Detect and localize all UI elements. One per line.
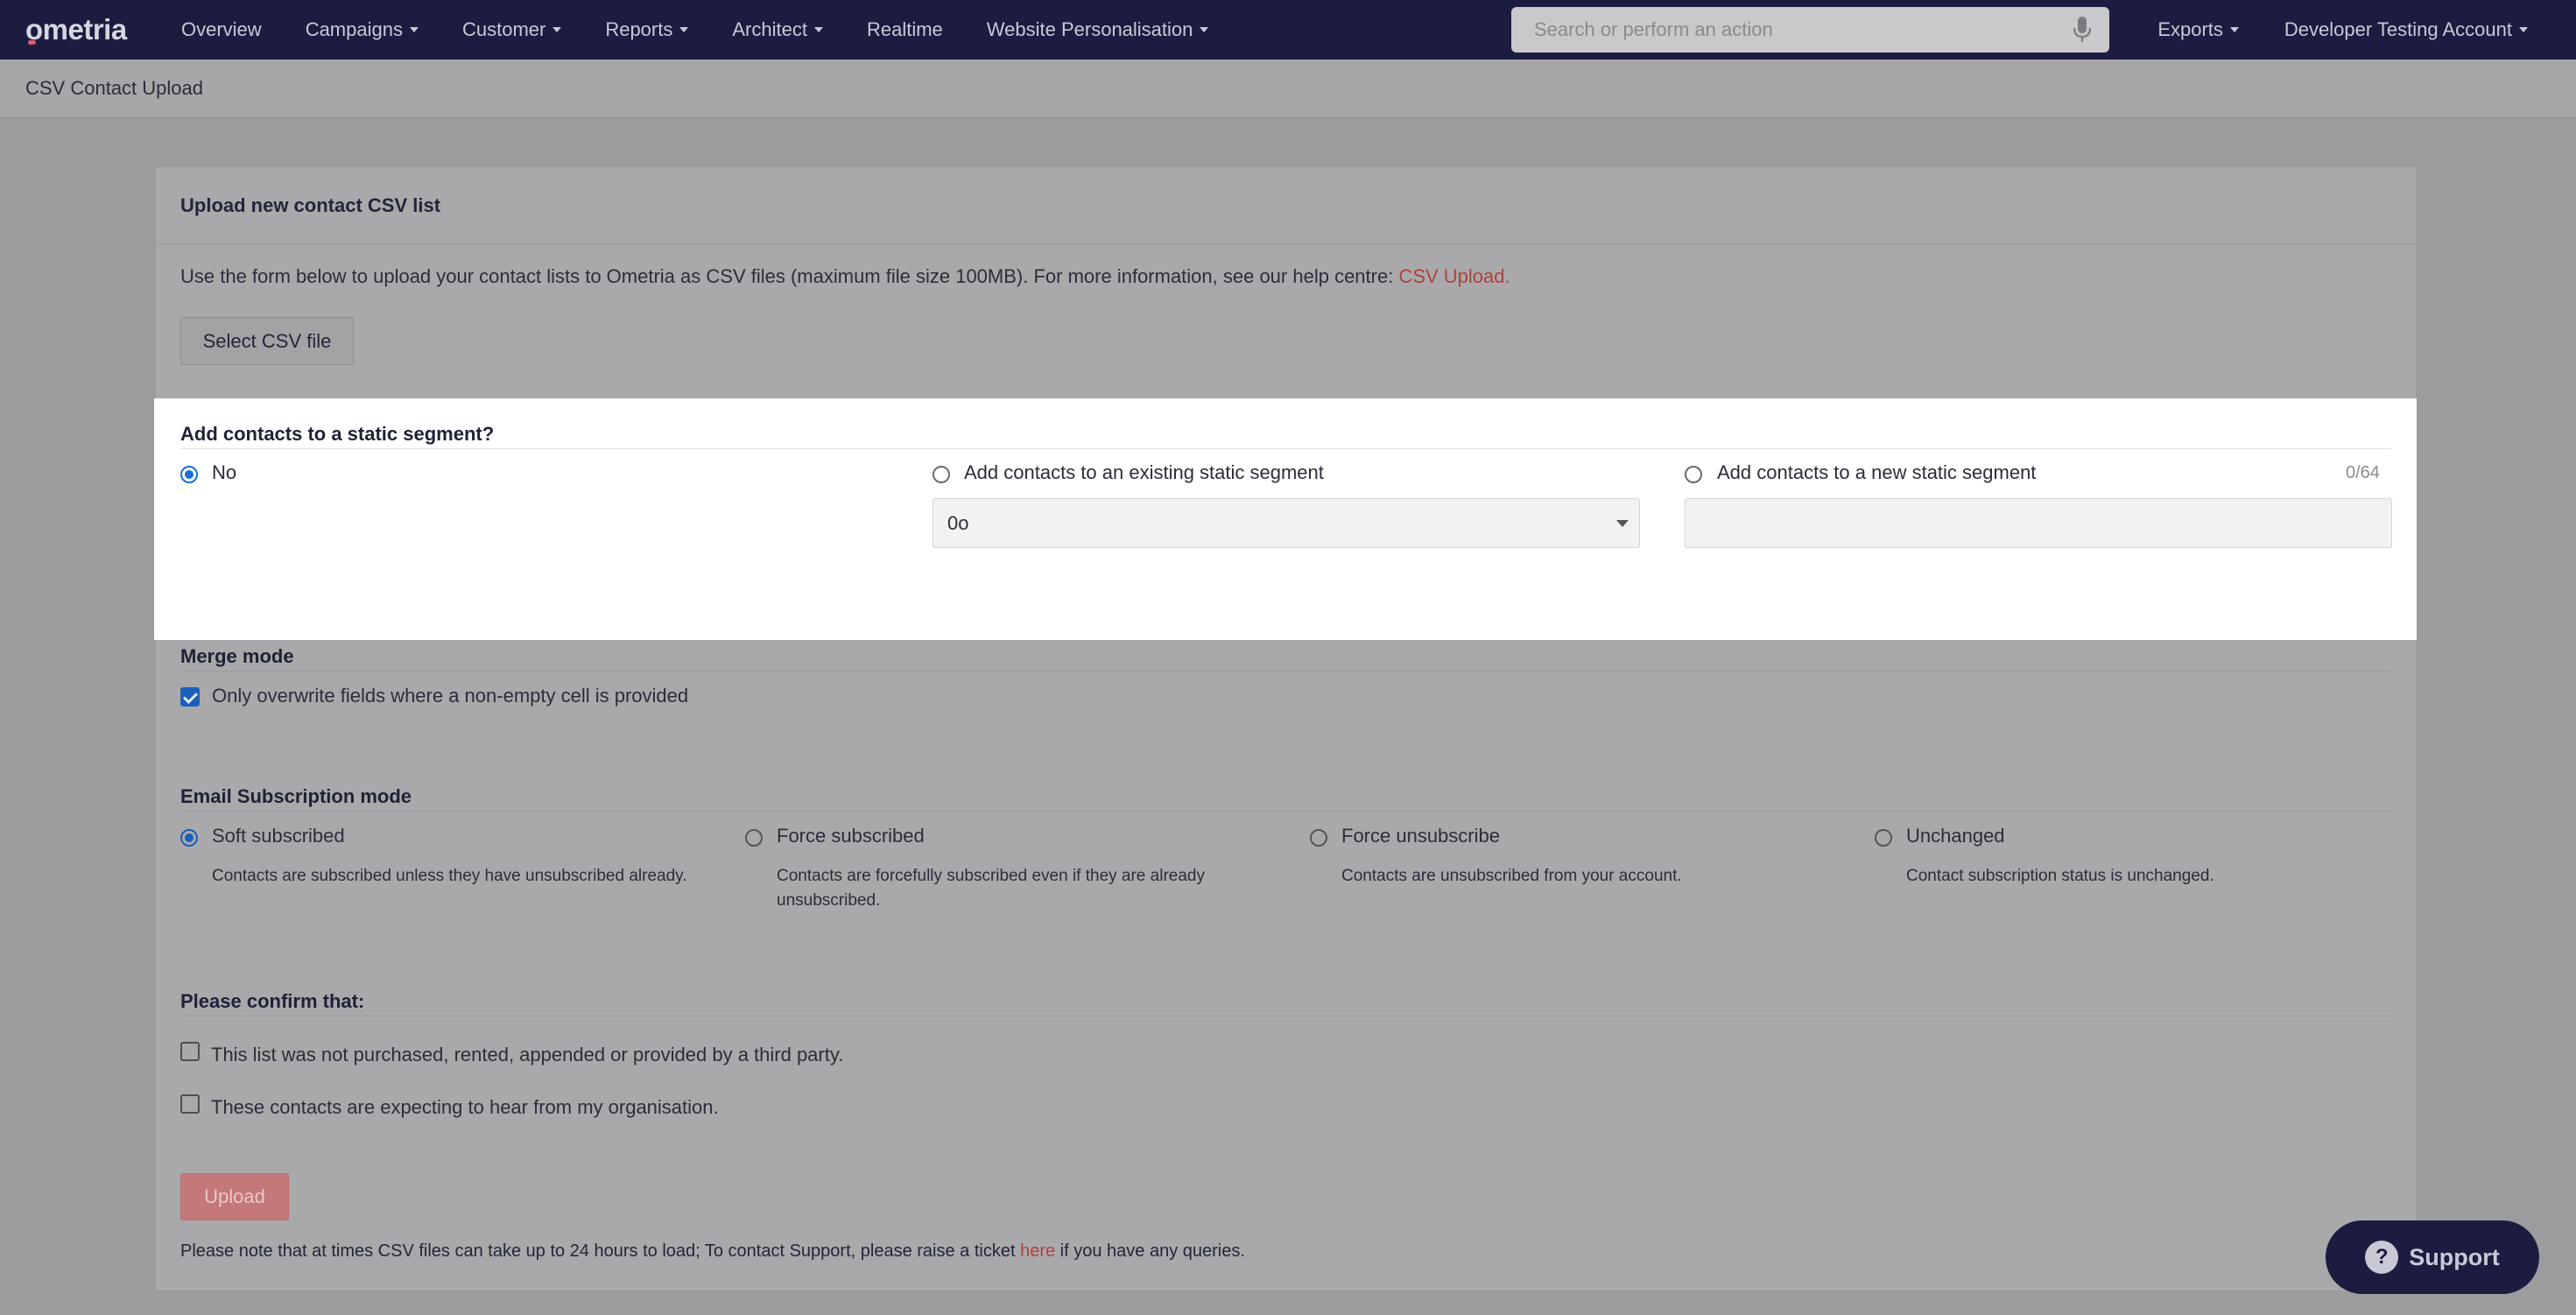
new-segment-name-input[interactable] [1685, 498, 2392, 548]
upload-card: Upload new contact CSV list Use the form… [155, 166, 2417, 1291]
dropdown-arrow-icon [1616, 520, 1629, 527]
force-unsubscribe-label: Force unsubscribe [1341, 825, 1500, 847]
merge-mode-label: Only overwrite fields where a non-empty … [212, 685, 689, 707]
help-question-icon: ? [2365, 1241, 2399, 1274]
caret-down-icon [553, 27, 562, 32]
confirm-expecting-checkbox[interactable] [180, 1094, 200, 1114]
support-button[interactable]: ? Support [2326, 1220, 2539, 1294]
top-nav: ometria Overview Campaigns Customer Repo… [0, 0, 2576, 60]
caret-down-icon [409, 27, 419, 32]
nav-item-campaigns[interactable]: Campaigns [306, 18, 419, 41]
soft-subscribed-desc: Contacts are subscribed unless they have… [212, 867, 687, 885]
force-subscribed-desc: Contacts are forcefully subscribed even … [777, 867, 1205, 910]
support-ticket-link[interactable]: here [1020, 1241, 1055, 1261]
merge-mode-checkbox[interactable] [180, 687, 200, 707]
existing-segment-label: Add contacts to an existing static segme… [964, 461, 1324, 483]
force-subscribed-label: Force subscribed [777, 825, 925, 847]
divider [180, 811, 2391, 812]
soft-subscribed-radio[interactable] [180, 829, 198, 847]
merge-mode-title: Merge mode [180, 645, 294, 667]
new-segment-label: Add contacts to a new static segment [1717, 461, 2037, 483]
nav-item-exports[interactable]: Exports [2157, 18, 2239, 41]
nav-right: Exports Developer Testing Account [2112, 0, 2528, 60]
search-bar [1511, 7, 2109, 53]
unchanged-label: Unchanged [1906, 825, 2005, 847]
nav-menu: Overview Campaigns Customer Reports Arch… [181, 18, 1252, 41]
caret-down-icon [1200, 27, 1209, 32]
card-title: Upload new contact CSV list [156, 167, 2416, 244]
segment-no-label: No [212, 461, 237, 483]
ometria-logo[interactable]: ometria [25, 13, 137, 46]
character-counter: 0/64 [2346, 463, 2380, 482]
static-segment-title: Add contacts to a static segment? [180, 423, 495, 445]
confirm-expecting-label: These contacts are expecting to hear fro… [211, 1096, 719, 1118]
subscription-mode-title: Email Subscription mode [180, 785, 412, 807]
confirm-not-purchased-label: This list was not purchased, rented, app… [211, 1044, 844, 1065]
caret-down-icon [813, 27, 823, 32]
caret-down-icon [2229, 27, 2239, 32]
account-menu[interactable]: Developer Testing Account [2284, 18, 2528, 41]
selected-segment-value: 0o [947, 511, 969, 534]
select-csv-file-button[interactable]: Select CSV file [180, 317, 354, 365]
nav-item-website-personalisation[interactable]: Website Personalisation [987, 18, 1209, 41]
divider [180, 671, 2391, 672]
force-unsubscribe-desc: Contacts are unsubscribed from your acco… [1341, 867, 1682, 885]
nav-item-reports[interactable]: Reports [605, 18, 689, 41]
nav-item-architect[interactable]: Architect [732, 18, 823, 41]
new-segment-radio[interactable] [1685, 466, 1702, 483]
force-unsubscribe-radio[interactable] [1310, 829, 1327, 847]
unchanged-desc: Contact subscription status is unchanged… [1906, 867, 2214, 885]
upload-button[interactable]: Upload [180, 1173, 289, 1220]
divider [180, 448, 2391, 449]
soft-subscribed-label: Soft subscribed [212, 825, 345, 847]
force-subscribed-radio[interactable] [745, 829, 763, 847]
confirm-not-purchased-checkbox[interactable] [180, 1042, 200, 1061]
nav-item-customer[interactable]: Customer [462, 18, 562, 41]
caret-down-icon [2519, 27, 2528, 32]
logo-dot [28, 40, 36, 45]
upload-note: Please note that at times CSV files can … [180, 1241, 1245, 1261]
microphone-icon[interactable] [2073, 16, 2092, 44]
unchanged-radio[interactable] [1875, 829, 1892, 847]
intro-text: Use the form below to upload your contac… [180, 265, 1510, 287]
nav-item-overview[interactable]: Overview [181, 18, 262, 41]
static-segment-panel: Add contacts to a static segment? No Add… [154, 398, 2417, 640]
segment-no-radio[interactable] [180, 466, 198, 483]
search-input[interactable] [1511, 18, 2037, 41]
csv-upload-help-link[interactable]: CSV Upload. [1398, 265, 1510, 287]
existing-segment-select[interactable]: 0o [933, 498, 1640, 548]
caret-down-icon [679, 27, 689, 32]
confirm-title: Please confirm that: [180, 990, 365, 1012]
page-title: CSV Contact Upload [25, 77, 203, 99]
nav-item-realtime[interactable]: Realtime [867, 18, 943, 41]
existing-segment-radio[interactable] [933, 466, 950, 483]
page-header: CSV Contact Upload [0, 60, 2576, 118]
